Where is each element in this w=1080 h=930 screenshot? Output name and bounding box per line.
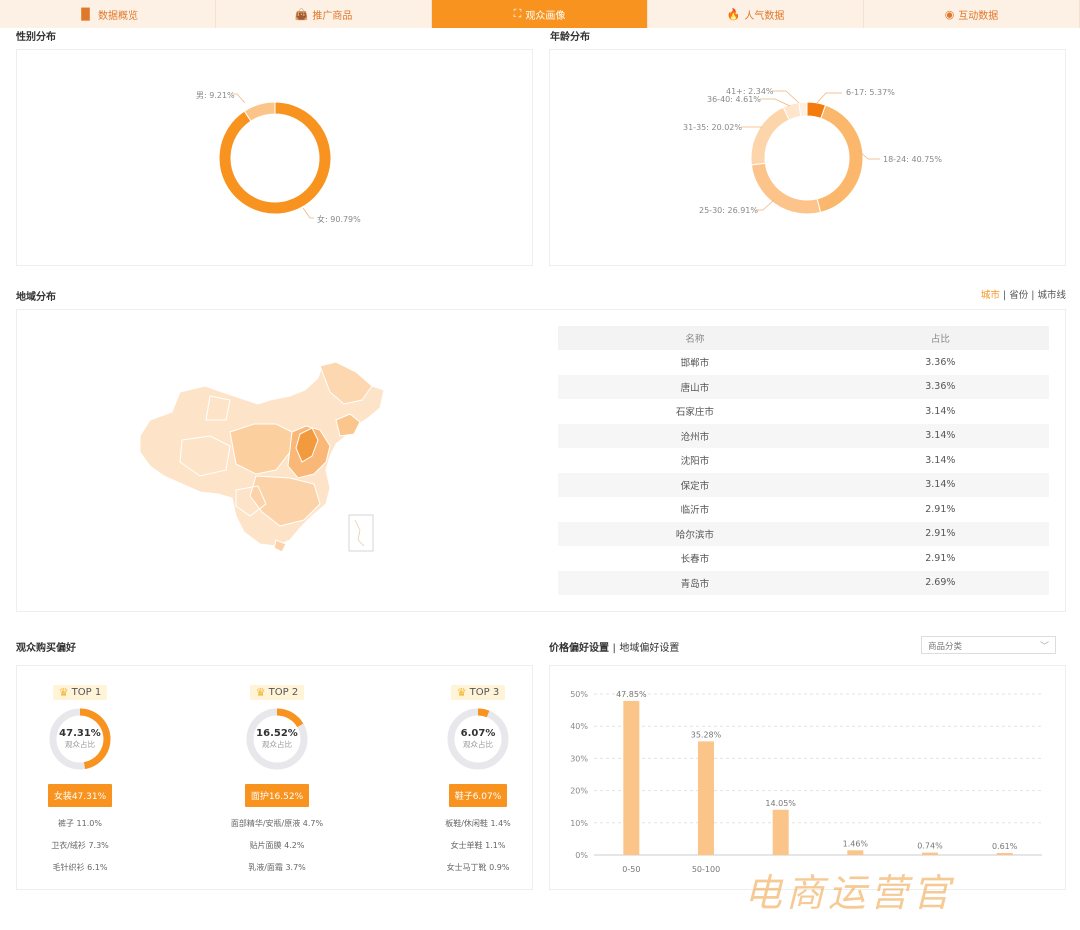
watermark-logo: 电商运营官 — [744, 871, 955, 915]
y-tick-label: 10% — [570, 819, 588, 828]
bar-data-label: 14.05% — [765, 799, 796, 808]
bar — [623, 700, 640, 855]
bar — [847, 850, 864, 855]
bar-data-label: 47.85% — [616, 690, 647, 699]
bar — [698, 741, 714, 855]
x-tick-label: 0-50 — [622, 865, 640, 874]
bar — [996, 853, 1013, 855]
bar-data-label: 35.28% — [691, 730, 722, 739]
y-tick-label: 30% — [570, 754, 588, 763]
bar-data-label: 1.46% — [843, 839, 869, 848]
y-tick-label: 0% — [575, 851, 588, 860]
x-tick-label: 50-100 — [692, 865, 720, 874]
bar — [772, 809, 789, 855]
bar — [922, 852, 938, 855]
y-tick-label: 50% — [570, 690, 588, 699]
y-tick-label: 40% — [570, 722, 588, 731]
price-bar-chart: 0% 10% 20% 30% 40% 50% 47.85% 0-50 35.28% 50-100 1… — [570, 690, 1042, 874]
bar-data-label: 0.74% — [917, 842, 943, 851]
bar-data-label: 0.61% — [992, 842, 1018, 851]
y-tick-label: 20% — [570, 787, 588, 796]
